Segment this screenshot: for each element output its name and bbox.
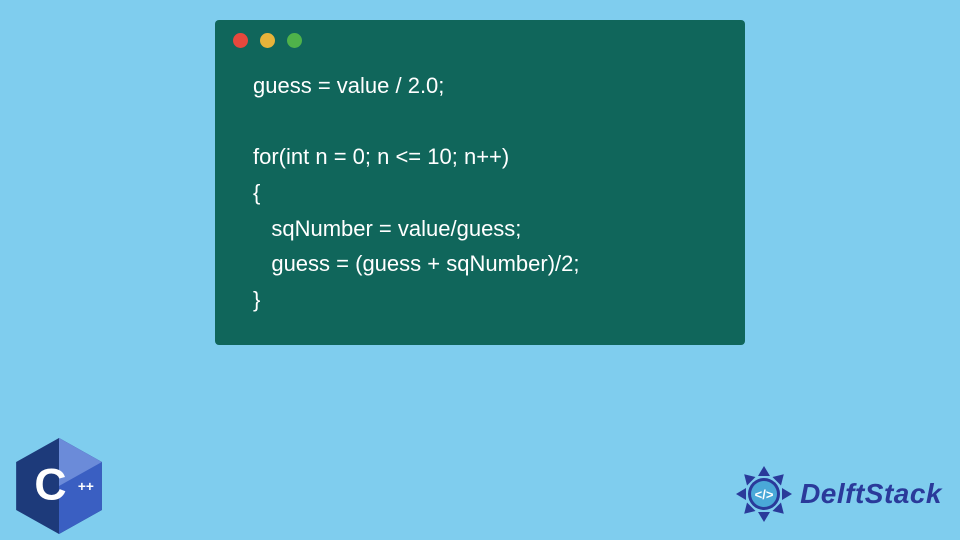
delftstack-badge-icon: </> [734, 464, 794, 524]
delftstack-logo: </> DelftStack [734, 464, 942, 524]
svg-text:</>: </> [755, 487, 774, 502]
maximize-icon [287, 33, 302, 48]
close-icon [233, 33, 248, 48]
code-block: guess = value / 2.0; for(int n = 0; n <=… [215, 60, 745, 317]
cpp-c-letter: C [34, 461, 66, 510]
code-window: guess = value / 2.0; for(int n = 0; n <=… [215, 20, 745, 345]
window-titlebar [215, 20, 745, 60]
delftstack-text: DelftStack [800, 478, 942, 510]
cpp-logo-icon: C ++ [16, 438, 102, 534]
cpp-plus: ++ [78, 479, 94, 494]
minimize-icon [260, 33, 275, 48]
